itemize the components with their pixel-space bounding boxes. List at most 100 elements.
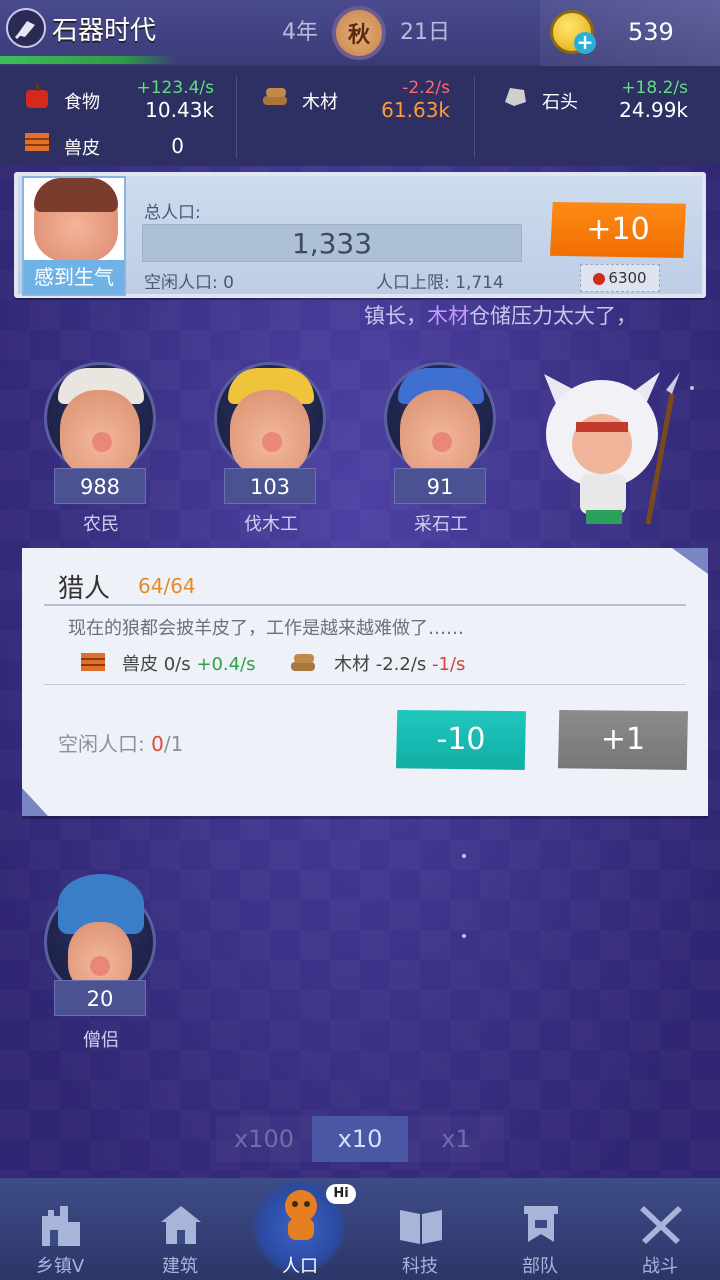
multiplier-x10[interactable]: x10 [312,1116,408,1162]
idle-label: 空闲人口: [58,732,145,756]
prod-base: -2.2/s [375,654,427,675]
apple-icon [26,84,48,108]
sparkle [462,934,466,938]
worker-name: 伐木工 [244,514,298,535]
prod-delta: -1/s [432,654,466,675]
title-area[interactable]: 石器时代 [6,8,156,48]
wood-log-icon [263,88,287,105]
population-icon [285,1190,317,1240]
apple-icon [593,272,606,285]
top-bar: 石器时代 4年 秋 21日 + 539 [0,0,720,66]
nav-label: 科技 [402,1256,438,1277]
message-prefix: 镇长， [364,304,427,328]
worker-name: 僧侣 [83,1030,119,1051]
worker-lumberjack[interactable]: 103 伐木工 [206,362,336,562]
wood-log-icon [291,654,315,671]
mayor-avatar[interactable]: 感到生气 [22,176,126,296]
card-title: 猎人 [58,574,111,604]
resource-rate: -2.2/s [402,78,450,98]
limit-label: 人口上限: [376,273,450,293]
season-badge: 秋 [332,6,386,60]
title-underline [44,604,686,606]
add-population-button[interactable]: +10 [550,202,686,258]
nav-label: 建筑 [162,1256,198,1277]
resource-label: 石头 [542,92,578,113]
hunter-figure-icon [544,372,680,525]
resource-label: 兽皮 [64,138,100,159]
card-corner [672,548,708,574]
idle-population: 空闲人口: 0 [144,268,234,293]
hunter-detail-card: 猎人 64/64 现在的狼都会披羊皮了，工作是越来越难做了…… 兽皮 0/s +… [22,548,708,816]
worker-farmer[interactable]: 988 农民 [36,362,166,562]
resource-food: 食物 +123.4/s 10.43k [24,72,214,122]
book-icon [400,1210,442,1244]
nav-label: 人口 [282,1256,318,1277]
population-panel-inner: 感到生气 总人口: 1,333 空闲人口: 0 人口上限: 1,714 +10 … [18,176,702,296]
nose [90,956,110,976]
divider [44,684,686,685]
divider [474,76,475,158]
hi-badge: Hi [326,1184,356,1204]
multiplier-x100[interactable]: x100 [216,1116,312,1162]
nav-label: 战斗 [642,1256,678,1277]
card-idle-population: 空闲人口: 0/1 [58,728,183,757]
nav-town[interactable]: 乡镇V [0,1178,120,1280]
prod-delta: +0.4/s [196,654,256,675]
nose [432,432,452,452]
gold-area[interactable]: + 539 [540,0,720,66]
day-label: 21日 [400,20,450,45]
gold-value: 539 [628,18,674,46]
total-population-label: 总人口: [144,203,201,223]
resource-label: 木材 [302,92,338,113]
resource-rate: +18.2/s [621,78,688,98]
mayor-message: 镇长，木材仓储压力太大了， [364,300,637,330]
resource-amount: 61.63k [381,98,450,122]
plus-icon[interactable]: + [574,32,596,54]
worker-count: 988 [54,468,146,504]
idle-current: 0 [151,732,164,756]
cost-tag: 6300 [580,264,660,292]
idle-label: 空闲人口: [144,273,218,293]
remove-hunter-button[interactable]: -10 [396,710,526,770]
worker-count: 20 [54,980,146,1016]
nav-battle[interactable]: 战斗 [600,1178,720,1280]
idle-value: 0 [223,273,234,293]
limit-value: 1,714 [455,273,504,293]
production-wood: 木材 -2.2/s -1/s [334,650,465,676]
banner-icon [524,1206,558,1242]
sparkle [690,386,694,390]
card-count: 64/64 [138,574,196,598]
population-limit: 人口上限: 1,714 [376,268,504,293]
stone-tool-icon [6,8,46,48]
prod-label: 木材 [334,654,370,675]
year-label: 4年 [282,20,318,45]
card-description: 现在的狼都会披羊皮了，工作是越来越难做了…… [68,618,464,639]
message-highlight: 木材 [427,304,469,328]
resource-stone: 石头 +18.2/s 24.99k [502,72,688,122]
mood-label: 感到生气 [24,260,124,294]
add-hunter-button[interactable]: +1 [558,710,688,770]
house-icon [161,1206,201,1244]
nav-buildings[interactable]: 建筑 [120,1178,240,1280]
divider [236,76,237,158]
app-title: 石器时代 [52,15,157,46]
population-panel: 感到生气 总人口: 1,333 空闲人口: 0 人口上限: 1,714 +10 … [14,172,706,298]
worker-name: 采石工 [414,514,468,535]
multiplier-x1[interactable]: x1 [408,1116,504,1162]
worker-quarryman[interactable]: 91 采石工 [376,362,506,562]
resource-amount: 24.99k [619,98,688,122]
nose [262,432,282,452]
worker-count: 103 [224,468,316,504]
resource-panel: 食物 +123.4/s 10.43k 木材 -2.2/s 61.63k 石头 +… [0,66,720,166]
worker-monk[interactable]: 20 僧侣 [36,874,166,1086]
idle-total: /1 [163,732,184,756]
nav-troops[interactable]: 部队 [480,1178,600,1280]
stone-icon [505,88,526,106]
total-population-value: 1,333 [142,224,522,262]
resource-wood: 木材 -2.2/s 61.63k [262,72,450,122]
message-suffix: 仓储压力太大了， [469,304,637,328]
nav-label: 乡镇V [35,1256,85,1277]
nav-technology[interactable]: 科技 [360,1178,480,1280]
resource-label: 食物 [64,92,100,113]
production-hide: 兽皮 0/s +0.4/s [122,650,256,676]
